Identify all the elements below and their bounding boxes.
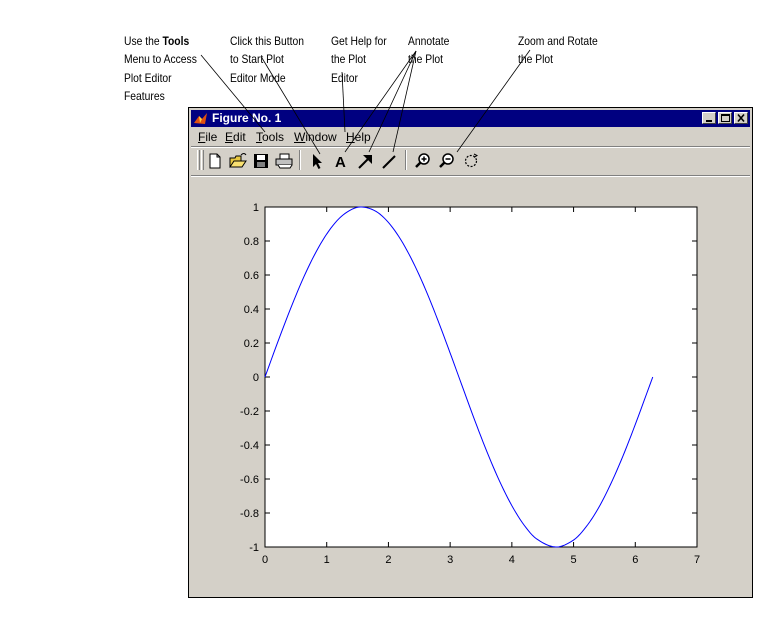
y-tick-label: 0.4 [244,304,259,316]
y-tick-label: 0.2 [244,338,259,350]
y-tick-label: 0 [253,372,259,384]
x-tick-label: 1 [324,554,330,566]
x-tick-label: 0 [262,554,268,566]
y-tick-label: 1 [253,202,259,214]
y-tick-label: 0.8 [244,236,259,248]
x-tick-label: 4 [509,554,515,566]
y-tick-label: -0.4 [240,440,259,452]
y-tick-label: -0.2 [240,406,259,418]
y-tick-label: -0.6 [240,474,259,486]
y-tick-label: -0.8 [240,508,259,520]
axes-background [264,206,698,548]
x-tick-label: 2 [385,554,391,566]
x-tick-label: 3 [447,554,453,566]
x-tick-label: 6 [632,554,638,566]
y-tick-label: 0.6 [244,270,259,282]
y-tick-label: -1 [249,542,259,554]
x-tick-label: 5 [571,554,577,566]
x-tick-label: 7 [694,554,700,566]
sine-plot: 0 1 2 3 4 5 6 7 -1 -0.8 -0.6 -0.4 -0.2 0 0.2 0.4 0.6 0.8… [240,202,700,566]
